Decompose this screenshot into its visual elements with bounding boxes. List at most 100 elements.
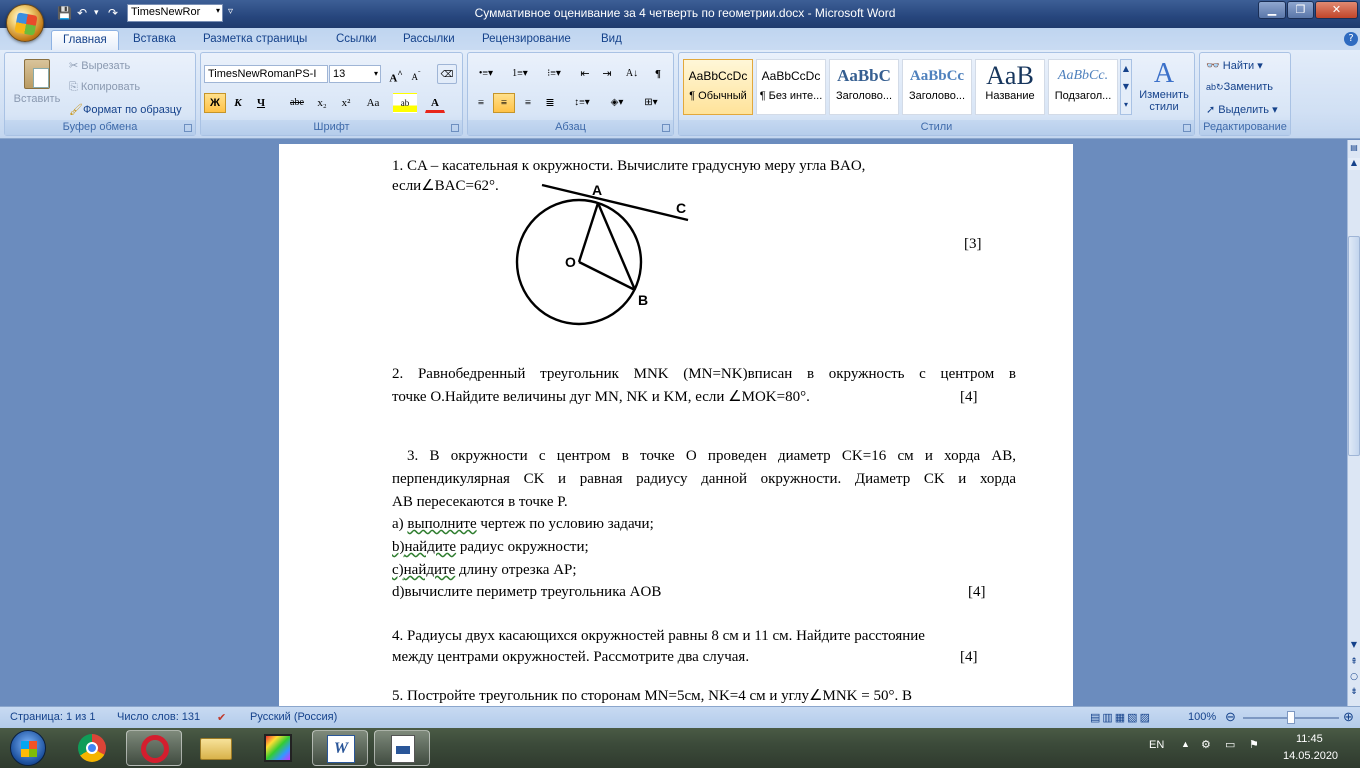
dialog-launcher-icon[interactable] — [662, 124, 670, 132]
grow-font-icon[interactable]: A^ — [387, 64, 405, 85]
chrome-taskbar-icon[interactable] — [64, 730, 120, 766]
prev-page-icon[interactable]: ⇞ — [1348, 657, 1360, 669]
page-indicator[interactable]: Страница: 1 из 1 — [10, 711, 96, 723]
select-label: Выделить — [1218, 104, 1270, 116]
format-painter-button[interactable]: 🖌Формат по образцу — [69, 103, 182, 116]
flag-icon[interactable]: ⚑ — [1249, 738, 1259, 751]
justify-icon[interactable]: ≣ — [540, 93, 560, 113]
tab-review[interactable]: Рецензирование — [482, 30, 571, 50]
paste-button[interactable]: Вставить — [9, 59, 65, 119]
show-marks-icon[interactable]: ¶ — [648, 64, 668, 84]
cut-button[interactable]: ✂ Вырезать — [69, 59, 130, 72]
tab-insert[interactable]: Вставка — [133, 30, 176, 50]
change-styles-button[interactable]: A Изменить стили — [1136, 59, 1192, 119]
help-icon[interactable]: ? — [1344, 32, 1358, 46]
clear-format-icon[interactable]: ⌫ — [437, 64, 457, 84]
cut-label: Вырезать — [81, 60, 131, 72]
opera-taskbar-icon[interactable] — [126, 730, 182, 766]
maximize-button[interactable]: ❐ — [1287, 1, 1314, 19]
spellcheck-icon[interactable]: ✔ — [217, 711, 226, 724]
close-button[interactable]: ✕ — [1315, 1, 1358, 19]
copy-button[interactable]: ⎘ Копировать — [69, 81, 140, 94]
tray-expand-icon[interactable]: ▲ — [1181, 739, 1190, 749]
zoom-in-icon[interactable]: ⊕ — [1343, 709, 1354, 725]
style-no-spacing[interactable]: AaBbCcDc ¶ Без инте... — [756, 59, 826, 115]
media-taskbar-icon[interactable] — [250, 730, 306, 766]
find-button[interactable]: 👓 Найти ▾ — [1206, 59, 1263, 72]
view-buttons-icon[interactable]: ▤▥▦▧▨ — [1090, 711, 1152, 724]
style-normal[interactable]: AaBbCcDc ¶ Обычный — [683, 59, 753, 115]
numbering-icon[interactable]: 1≡▾ — [505, 64, 535, 84]
tab-references[interactable]: Ссылки — [336, 30, 377, 50]
shading-icon[interactable]: ◈▾ — [602, 93, 632, 113]
ruler-toggle-icon[interactable]: ▤ — [1349, 143, 1359, 157]
borders-icon[interactable]: ⊞▾ — [636, 93, 666, 113]
font-name-combo[interactable]: TimesNewRomanPS-I — [204, 65, 328, 83]
input-language[interactable]: EN — [1149, 739, 1164, 751]
minimize-button[interactable]: ▁ — [1258, 1, 1286, 19]
align-left-icon[interactable]: ≡ — [471, 93, 491, 113]
shrink-font-icon[interactable]: Aˇ — [407, 64, 425, 84]
paste-icon — [24, 59, 50, 89]
font-size-combo[interactable]: 13 ▾ — [329, 65, 381, 83]
line-spacing-icon[interactable]: ↕≡▾ — [568, 93, 596, 113]
font-color-icon[interactable]: A — [425, 93, 445, 113]
styles-group-label: Стили — [679, 120, 1194, 135]
q3-item-a: а) выполните чертеж по условию задачи; — [392, 513, 654, 535]
word-taskbar-icon[interactable]: W — [312, 730, 368, 766]
next-page-icon[interactable]: ⇟ — [1348, 687, 1360, 699]
strikethrough-button[interactable]: abe — [285, 93, 309, 113]
style-heading2[interactable]: AaBbCc Заголово... — [902, 59, 972, 115]
superscript-button[interactable]: x² — [335, 93, 357, 113]
q4-line1: 4. Радиусы двух касающихся окружностей р… — [392, 628, 925, 644]
tab-page-layout[interactable]: Разметка страницы — [203, 30, 307, 50]
italic-button[interactable]: К — [228, 93, 248, 113]
style-title[interactable]: AaB Название — [975, 59, 1045, 115]
select-button[interactable]: ➚ Выделить ▾ — [1206, 103, 1278, 116]
style-heading1[interactable]: AaBbC Заголово... — [829, 59, 899, 115]
display-icon[interactable]: ▭ — [1225, 738, 1235, 751]
browse-object-icon[interactable]: ○ — [1348, 672, 1360, 684]
cursor-icon: ➚ — [1206, 104, 1216, 116]
start-button[interactable] — [10, 730, 46, 766]
wordpad-taskbar-icon[interactable] — [374, 730, 430, 766]
zoom-level[interactable]: 100% — [1188, 711, 1216, 723]
subscript-button[interactable]: x₂ — [311, 93, 333, 113]
highlight-icon[interactable]: ab — [393, 93, 417, 113]
underline-button[interactable]: Ч — [251, 93, 271, 113]
tab-view[interactable]: Вид — [601, 30, 622, 50]
scroll-thumb[interactable] — [1348, 236, 1360, 456]
document-page[interactable]: 1. CA – касательная к окружности. Вычисл… — [279, 144, 1073, 706]
decrease-indent-icon[interactable]: ⇤ — [575, 64, 595, 84]
bold-button[interactable]: Ж — [204, 93, 226, 113]
clock-date[interactable]: 14.05.2020 — [1283, 750, 1338, 762]
clock-time[interactable]: 11:45 — [1296, 733, 1323, 745]
zoom-out-icon[interactable]: ⊖ — [1225, 709, 1236, 725]
dialog-launcher-icon[interactable] — [1183, 124, 1191, 132]
tab-home[interactable]: Главная — [51, 30, 119, 50]
align-center-icon[interactable]: ≡ — [493, 93, 515, 113]
sort-icon[interactable]: A↓ — [621, 64, 643, 84]
tab-mailings[interactable]: Рассылки — [403, 30, 455, 50]
bullets-icon[interactable]: •≡▾ — [471, 64, 501, 84]
zoom-slider-thumb[interactable] — [1287, 711, 1295, 724]
increase-indent-icon[interactable]: ⇥ — [597, 64, 617, 84]
vertical-scrollbar[interactable]: ▤ ▲ ▼ ⇞ ○ ⇟ — [1347, 140, 1360, 706]
dialog-launcher-icon[interactable] — [451, 124, 459, 132]
office-button[interactable] — [6, 4, 44, 42]
scroll-down-icon[interactable]: ▼ — [1348, 640, 1360, 652]
style-subtitle[interactable]: AaBbCc. Подзагол... — [1048, 59, 1118, 115]
language-indicator[interactable]: Русский (Россия) — [250, 711, 337, 723]
explorer-taskbar-icon[interactable] — [188, 730, 244, 766]
q3-b-verb: найдите — [404, 539, 457, 555]
align-right-icon[interactable]: ≡ — [518, 93, 538, 113]
font-size-value: 13 — [333, 68, 346, 80]
replace-button[interactable]: ab↻Заменить — [1206, 81, 1273, 93]
multilevel-list-icon[interactable]: ⁝≡▾ — [539, 64, 569, 84]
change-case-button[interactable]: Aa — [359, 93, 387, 113]
dialog-launcher-icon[interactable] — [184, 124, 192, 132]
styles-scroll[interactable]: ▲ ▼ ▾ — [1120, 59, 1132, 115]
network-icon[interactable]: ⚙ — [1201, 738, 1211, 751]
scroll-up-icon[interactable]: ▲ — [1348, 158, 1360, 170]
word-count[interactable]: Число слов: 131 — [117, 711, 200, 723]
